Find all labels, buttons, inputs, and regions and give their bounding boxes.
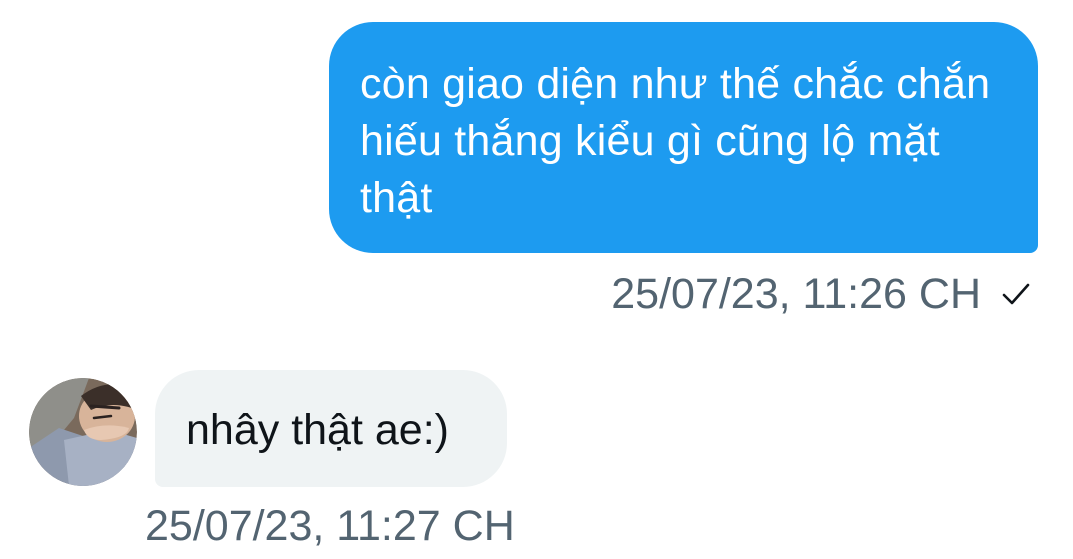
sender-avatar[interactable] xyxy=(29,378,137,486)
sent-message-meta: 25/07/23, 11:26 CH xyxy=(611,268,1033,320)
checkmark-icon xyxy=(1002,283,1030,305)
sent-message-bubble[interactable]: còn giao diện như thế chắc chắn hiếu thắ… xyxy=(329,22,1038,253)
sent-message-text: còn giao diện như thế chắc chắn hiếu thắ… xyxy=(360,60,991,222)
sent-message-timestamp: 25/07/23, 11:26 CH xyxy=(611,270,981,318)
received-message-text: nhây thật ae:) xyxy=(186,406,449,454)
received-message-bubble[interactable]: nhây thật ae:) xyxy=(155,370,507,487)
avatar-photo-icon xyxy=(29,378,137,486)
received-message-timestamp: 25/07/23, 11:27 CH xyxy=(145,502,515,550)
